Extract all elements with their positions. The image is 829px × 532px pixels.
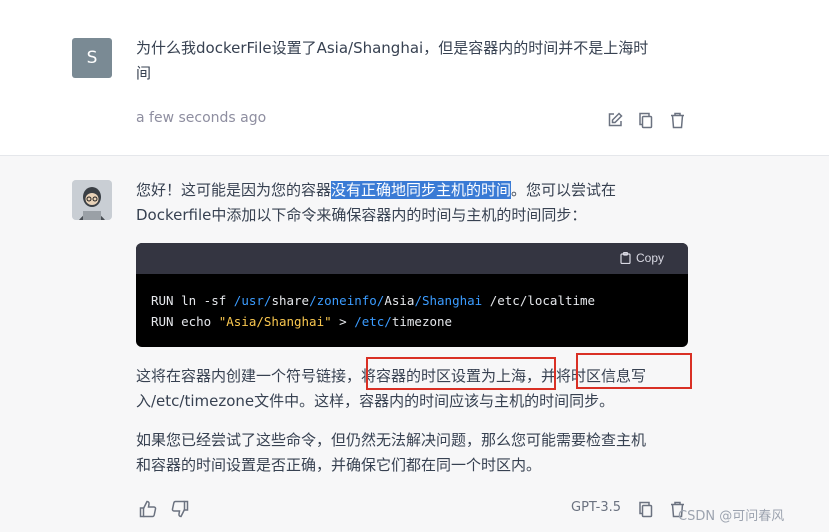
assistant-avatar xyxy=(72,180,112,220)
code-body: RUN ln -sf /usr/share/zoneinfo/Asia/Shan… xyxy=(136,274,688,332)
p3-line1: 如果您已经尝试了这些命令，但仍然无法解决问题，那么您可能需要检查主机 xyxy=(136,431,647,449)
annotation-box-1 xyxy=(366,357,556,390)
code-token: "Asia/Shanghai" xyxy=(218,314,332,329)
code-token: Asia xyxy=(384,293,415,308)
code-token: /etc/ xyxy=(354,314,392,329)
code-copy-button[interactable]: Copy xyxy=(620,251,664,265)
clipboard-icon xyxy=(620,252,631,264)
user-avatar: S xyxy=(72,38,112,78)
thumbs-up-icon[interactable] xyxy=(138,499,158,519)
code-token: /etc/localtime xyxy=(482,293,596,308)
p2-part-a: 这将在容器内创建一个符号链接， xyxy=(136,367,362,385)
code-line-2: RUN echo "Asia/Shanghai" > /etc/timezone xyxy=(151,311,673,332)
watermark: CSDN @可问春风 xyxy=(678,509,785,524)
assistant-paragraph-3: 如果您已经尝试了这些命令，但仍然无法解决问题，那么您可能需要检查主机 和容器的时… xyxy=(136,428,696,478)
code-copy-label: Copy xyxy=(635,251,664,265)
model-label: GPT-3.5 xyxy=(571,500,622,515)
copy-response-icon[interactable] xyxy=(637,499,655,519)
delete-icon[interactable] xyxy=(668,111,686,129)
code-token: /zoneinfo/ xyxy=(309,293,385,308)
code-token: timezone xyxy=(391,314,453,329)
p3-line2: 和容器的时间设置是否正确，并确保它们都在同一个时区内。 xyxy=(136,456,542,474)
p1-prefix: 您好！这可能是因为您的容器 xyxy=(136,181,332,199)
message-timestamp: a few seconds ago xyxy=(136,110,267,126)
assistant-paragraph-1: 您好！这可能是因为您的容器没有正确地同步主机的时间。您可以尝试在 Dockerf… xyxy=(136,178,696,228)
edit-icon[interactable] xyxy=(606,111,624,129)
code-token: RUN echo xyxy=(151,314,219,329)
annotation-box-2 xyxy=(576,353,692,389)
code-token: share xyxy=(271,293,310,308)
user-message-text: 为什么我dockerFile设置了Asia/Shanghai，但是容器内的时间并… xyxy=(136,36,696,86)
copy-icon[interactable] xyxy=(637,111,655,129)
p1-line2: Dockerfile中添加以下命令来确保容器内的时间与主机的时间同步： xyxy=(136,206,587,224)
user-message-line2: 间 xyxy=(136,64,152,82)
thumbs-down-icon[interactable] xyxy=(170,499,190,519)
code-block: Copy RUN ln -sf /usr/share/zoneinfo/Asia… xyxy=(136,243,688,347)
code-token: /Shanghai xyxy=(414,293,483,308)
code-line-1: RUN ln -sf /usr/share/zoneinfo/Asia/Shan… xyxy=(151,290,673,311)
code-token: > xyxy=(331,314,355,329)
selected-text-highlight: 没有正确地同步主机的时间 xyxy=(331,181,512,199)
code-token: /usr/ xyxy=(233,293,272,308)
p2-line2: 入/etc/timezone文件中。这样，容器内的时间应该与主机的时间同步。 xyxy=(136,392,615,410)
code-token: RUN ln -sf xyxy=(151,293,234,308)
user-message-line1: 为什么我dockerFile设置了Asia/Shanghai，但是容器内的时间并… xyxy=(136,39,649,57)
code-block-header: Copy xyxy=(136,243,688,274)
p1-suffix: 。您可以尝试在 xyxy=(511,181,617,199)
